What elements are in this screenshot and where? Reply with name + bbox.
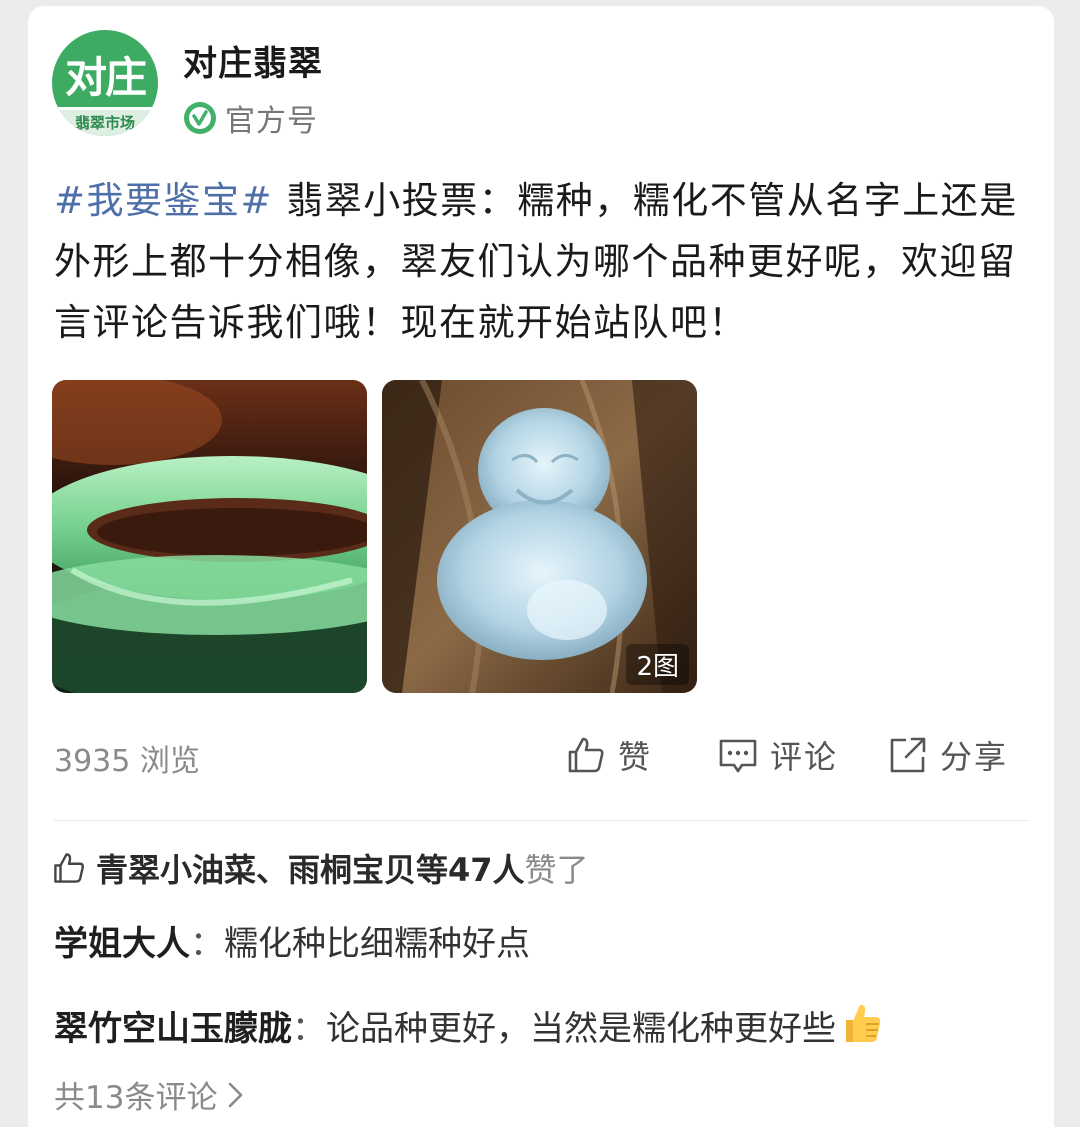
post-text: #我要鉴宝# 翡翠小投票：糯种，糯化不管从名字上还是外形上都十分相像，翠友们认为… [54, 170, 1022, 353]
thumbs-up-emoji-icon [846, 1004, 881, 1042]
comment-bubble-icon [719, 739, 757, 773]
all-comments-label: 共13条评论 [54, 1080, 218, 1116]
comment-item[interactable]: 学姐大人：糯化种比细糯种好点 [54, 922, 530, 966]
account-name[interactable]: 对庄翡翠 [183, 36, 323, 85]
share-icon [890, 737, 926, 773]
share-label: 分享 [940, 738, 1009, 776]
share-button[interactable]: 分享 [888, 730, 1008, 780]
comment-button[interactable]: 评论 [718, 730, 838, 780]
view-all-comments-link[interactable]: 共13条评论 [54, 1072, 247, 1117]
verified-badge: 官方号 [183, 98, 318, 139]
comment-separator: ： [190, 924, 224, 964]
verified-check-icon [184, 102, 216, 134]
comment-author[interactable]: 翠竹空山玉朦胧 [54, 1009, 292, 1049]
avatar-text-main: 对庄 [64, 53, 147, 102]
divider [54, 820, 1028, 821]
likes-names: 青翠小油菜、雨桐宝贝等47人 [96, 851, 525, 889]
avatar-text-sub: 翡翠市场 [74, 114, 135, 132]
view-count: 3935 浏览 [54, 744, 200, 779]
like-label: 赞 [618, 738, 653, 776]
post-image-buddha[interactable]: 2图 [382, 380, 697, 693]
likes-suffix: 赞了 [524, 851, 589, 889]
hashtag-link[interactable]: #我要鉴宝# [54, 179, 273, 222]
avatar[interactable]: 对庄 翡翠市场 [52, 30, 158, 136]
comment-item[interactable]: 翠竹空山玉朦胧：论品种更好，当然是糯化种更好些 [54, 1000, 884, 1051]
comment-separator: ： [292, 1009, 326, 1049]
jade-bangle-photo [52, 380, 367, 693]
image-count-badge: 2图 [626, 644, 689, 685]
thumbs-up-small-icon [54, 853, 84, 883]
thumbs-up-icon [568, 737, 604, 773]
likes-summary[interactable]: 青翠小油菜、雨桐宝贝等47人 赞了 [52, 846, 589, 890]
comment-author[interactable]: 学姐大人 [54, 924, 190, 964]
post-image-bangle[interactable] [52, 380, 367, 693]
verified-label: 官方号 [225, 104, 318, 139]
chevron-right-icon [229, 1082, 243, 1107]
like-button[interactable]: 赞 [566, 730, 652, 780]
comment-text: 论品种更好，当然是糯化种更好些 [326, 1009, 836, 1049]
comment-text: 糯化种比细糯种好点 [224, 924, 530, 964]
comment-label: 评论 [770, 738, 839, 776]
